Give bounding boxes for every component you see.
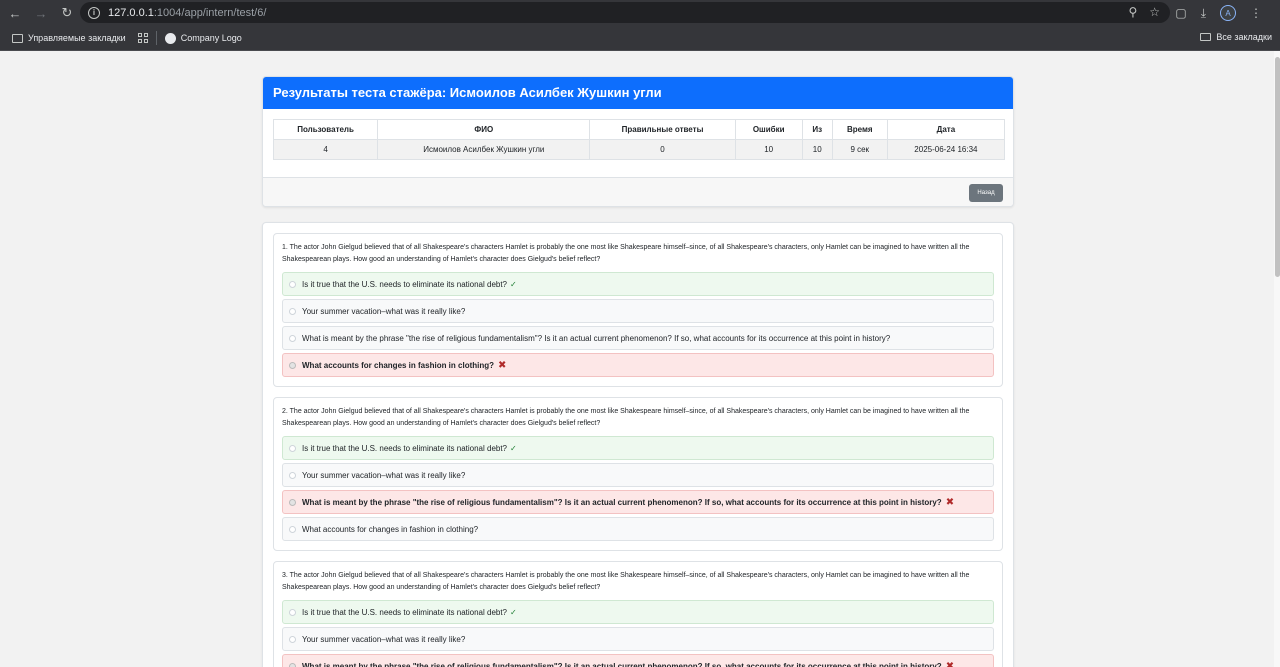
answer-option: Your summer vacation–what was it really …: [282, 627, 994, 651]
table-cell: 2025-06-24 16:34: [886, 139, 1006, 160]
radio-icon: [289, 444, 296, 452]
bookmark-star-icon[interactable]: ☆: [1149, 5, 1160, 19]
table-cell: 4: [272, 139, 379, 160]
checkmark-icon: ✓: [510, 279, 517, 289]
radio-icon: [289, 280, 296, 288]
folder-icon: [1200, 33, 1212, 41]
results-footer: Назад: [263, 177, 1013, 206]
option-label: What accounts for changes in fashion in …: [302, 360, 495, 370]
results-card: Результаты теста стажёра: Исмоилов Асилб…: [262, 76, 1014, 207]
page-viewport: Результаты теста стажёра: Исмоилов Асилб…: [0, 51, 1280, 667]
question-block: 2. The actor John Gielgud believed that …: [273, 397, 1003, 551]
results-table: Пользователь ФИО Правильные ответы Ошибки Из…: [272, 119, 1006, 160]
question-text: 1. The actor John Gielgud believed that …: [282, 244, 970, 263]
address-bar[interactable]: i 127.0.0.1:1004/app/intern/test/6/ ⚲ ☆: [80, 2, 1170, 23]
column-header: ФИО: [377, 119, 591, 140]
zoom-icon[interactable]: ⚲: [1128, 5, 1137, 19]
browser-toolbar: ← → ↻ i 127.0.0.1:1004/app/intern/test/6…: [0, 0, 1280, 26]
answer-option: What accounts for changes in fashion in …: [282, 517, 994, 541]
answer-option: Is it true that the U.S. needs to elimin…: [282, 272, 994, 296]
radio-icon: [289, 471, 296, 479]
table-cell: Исмоилов Асилбек Жушкин угли: [377, 139, 591, 160]
site-info-icon[interactable]: i: [88, 6, 100, 19]
download-icon[interactable]: ⤓: [1201, 6, 1206, 21]
radio-icon: [289, 361, 296, 369]
radio-icon: [289, 525, 296, 533]
question-text: 3. The actor John Gielgud believed that …: [282, 572, 970, 591]
back-button[interactable]: Назад: [969, 184, 1003, 202]
radio-icon: [289, 608, 296, 616]
bookmark-divider: [155, 31, 157, 45]
option-label: Is it true that the U.S. needs to elimin…: [302, 443, 508, 453]
answer-option: Is it true that the U.S. needs to elimin…: [282, 436, 994, 460]
cross-icon: ✖: [945, 496, 955, 508]
managed-bookmarks-icon: [12, 33, 23, 43]
checkmark-icon: ✓: [510, 607, 517, 617]
answer-option: What is meant by the phrase "the rise of…: [282, 654, 994, 667]
cross-icon: ✖: [498, 359, 507, 371]
option-label: What accounts for changes in fashion in …: [302, 524, 479, 534]
radio-icon: [289, 334, 296, 342]
column-header: Из: [801, 119, 833, 140]
answer-option: Is it true that the U.S. needs to elimin…: [282, 600, 994, 624]
option-label: Your summer vacation–what was it really …: [302, 470, 466, 480]
question-text: 2. The actor John Gielgud believed that …: [282, 408, 970, 427]
table-cell: 10: [734, 139, 803, 160]
table-cell: 0: [589, 139, 736, 160]
option-label: Is it true that the U.S. needs to elimin…: [302, 279, 508, 289]
radio-icon: [289, 498, 296, 506]
answer-option: Your summer vacation–what was it really …: [282, 463, 994, 487]
scrollbar-thumb[interactable]: [1275, 57, 1280, 277]
forward-arrow-icon[interactable]: →: [28, 0, 54, 26]
back-arrow-icon[interactable]: ←: [2, 0, 28, 26]
globe-icon: [164, 32, 176, 44]
extensions-icon[interactable]: ▢: [1175, 6, 1186, 20]
menu-icon[interactable]: ⋮: [1250, 6, 1262, 20]
answer-option: What is meant by the phrase "the rise of…: [282, 490, 994, 514]
radio-icon: [289, 307, 296, 315]
option-label: What is meant by the phrase "the rise of…: [302, 333, 891, 343]
column-header: Пользователь: [272, 119, 379, 140]
checkmark-icon: ✓: [510, 443, 517, 453]
radio-icon: [289, 662, 296, 667]
column-header: Ошибки: [734, 119, 803, 140]
option-label: What is meant by the phrase "the rise of…: [302, 661, 942, 667]
bookmark-company-logo[interactable]: Company Logo: [164, 32, 242, 44]
option-label: What is meant by the phrase "the rise of…: [302, 497, 942, 507]
answer-option: What accounts for changes in fashion in …: [282, 353, 994, 377]
column-header: Время: [831, 119, 888, 140]
reload-icon[interactable]: ↻: [54, 0, 80, 26]
column-header: Дата: [886, 119, 1006, 140]
profile-avatar[interactable]: A: [1220, 5, 1236, 21]
bookmarks-bar: Управляемые закладки Company Logo Все за…: [0, 26, 1280, 51]
radio-icon: [289, 635, 296, 643]
answer-option: Your summer vacation–what was it really …: [282, 299, 994, 323]
answer-option: What is meant by the phrase "the rise of…: [282, 326, 994, 350]
url-text: 127.0.0.1:1004/app/intern/test/6/: [108, 6, 267, 19]
all-bookmarks[interactable]: Все закладки: [1200, 32, 1272, 42]
questions-card: 1. The actor John Gielgud believed that …: [262, 222, 1014, 667]
bookmark-managed[interactable]: Управляемые закладки: [12, 33, 126, 43]
apps-grid-icon[interactable]: [137, 33, 148, 43]
option-label: Your summer vacation–what was it really …: [302, 634, 466, 644]
cross-icon: ✖: [945, 660, 955, 667]
question-block: 1. The actor John Gielgud believed that …: [273, 233, 1003, 387]
option-label: Your summer vacation–what was it really …: [302, 306, 466, 316]
page-scrollbar[interactable]: [1274, 51, 1280, 667]
question-block: 3. The actor John Gielgud believed that …: [273, 561, 1003, 667]
results-title: Результаты теста стажёра: Исмоилов Асилб…: [263, 77, 1013, 109]
column-header: Правильные ответы: [589, 119, 736, 140]
option-label: Is it true that the U.S. needs to elimin…: [302, 607, 508, 617]
table-cell: 10: [801, 139, 833, 160]
table-cell: 9 сек: [831, 139, 888, 160]
